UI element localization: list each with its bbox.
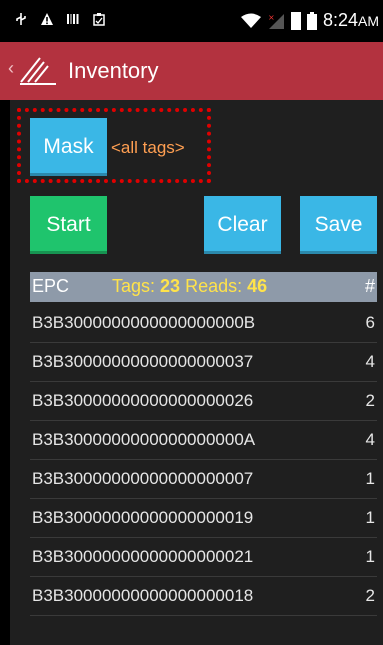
table-row[interactable]: B3B30000000000000000021 1	[30, 538, 377, 577]
page-title: Inventory	[68, 58, 159, 83]
row-count: 4	[365, 352, 375, 371]
row-count: 1	[365, 547, 375, 566]
table-row[interactable]: B3B30000000000000000018 2	[30, 577, 377, 616]
row-epc: B3B3000000000000000000B	[32, 313, 256, 332]
mask-button[interactable]: Mask	[30, 118, 107, 176]
clipboard-icon	[93, 13, 105, 26]
barcode-icon	[67, 14, 79, 24]
mask-value: <all tags>	[111, 138, 185, 157]
app-bar: ‹ Inventory	[0, 42, 383, 100]
reads-label: Reads:	[185, 276, 243, 296]
signal-icon: ×	[268, 13, 284, 29]
app-logo-icon[interactable]	[18, 52, 58, 88]
tag-list: B3B3000000000000000000B 6 B3B300000000000…	[30, 304, 377, 616]
row-epc: B3B30000000000000000007	[32, 469, 254, 488]
status-time: 8:24AM	[322, 10, 379, 30]
row-count: 4	[365, 430, 375, 449]
table-row[interactable]: B3B30000000000000000007 1	[30, 460, 377, 499]
start-button[interactable]: Start	[30, 196, 107, 254]
header-epc: EPC	[32, 276, 70, 296]
row-count: 1	[365, 469, 375, 488]
row-epc: B3B3000000000000000000A	[32, 430, 256, 449]
row-count: 6	[365, 313, 375, 332]
svg-text:×: ×	[268, 13, 275, 22]
status-bar: × 8:24AM	[0, 0, 383, 42]
wifi-icon	[240, 13, 261, 28]
main-content: Mask <all tags> Start Clear Save EPC Tag…	[10, 100, 383, 645]
row-epc: B3B30000000000000000026	[32, 391, 254, 410]
row-epc: B3B30000000000000000019	[32, 508, 254, 527]
reads-count: 46	[247, 276, 268, 296]
row-epc: B3B30000000000000000018	[32, 586, 254, 605]
table-row[interactable]: B3B30000000000000000037 4	[30, 343, 377, 382]
header-counts: Tags: 23 Reads: 46	[112, 276, 267, 297]
table-row[interactable]: B3B3000000000000000000A 4	[30, 421, 377, 460]
usb-icon	[16, 13, 26, 25]
back-chevron-icon[interactable]: ‹	[8, 58, 14, 79]
table-header: EPC Tags: 23 Reads: 46 #	[30, 272, 377, 302]
tags-label: Tags:	[112, 276, 156, 296]
row-epc: B3B30000000000000000037	[32, 352, 254, 371]
row-epc: B3B30000000000000000021	[32, 547, 254, 566]
tags-count: 23	[160, 276, 181, 296]
save-button[interactable]: Save	[300, 196, 377, 254]
status-icons-right: × 8:24AM	[240, 10, 379, 31]
row-count: 2	[365, 391, 375, 410]
table-row[interactable]: B3B30000000000000000019 1	[30, 499, 377, 538]
header-count: #	[364, 276, 375, 296]
status-icons-left	[14, 12, 106, 26]
warning-icon	[41, 13, 53, 25]
table-row[interactable]: B3B30000000000000000026 2	[30, 382, 377, 421]
table-row[interactable]: B3B3000000000000000000B 6	[30, 304, 377, 343]
row-count: 2	[365, 586, 375, 605]
row-count: 1	[365, 508, 375, 527]
battery-icon	[306, 11, 317, 30]
clear-button[interactable]: Clear	[204, 196, 281, 254]
sim-icon	[290, 11, 301, 30]
